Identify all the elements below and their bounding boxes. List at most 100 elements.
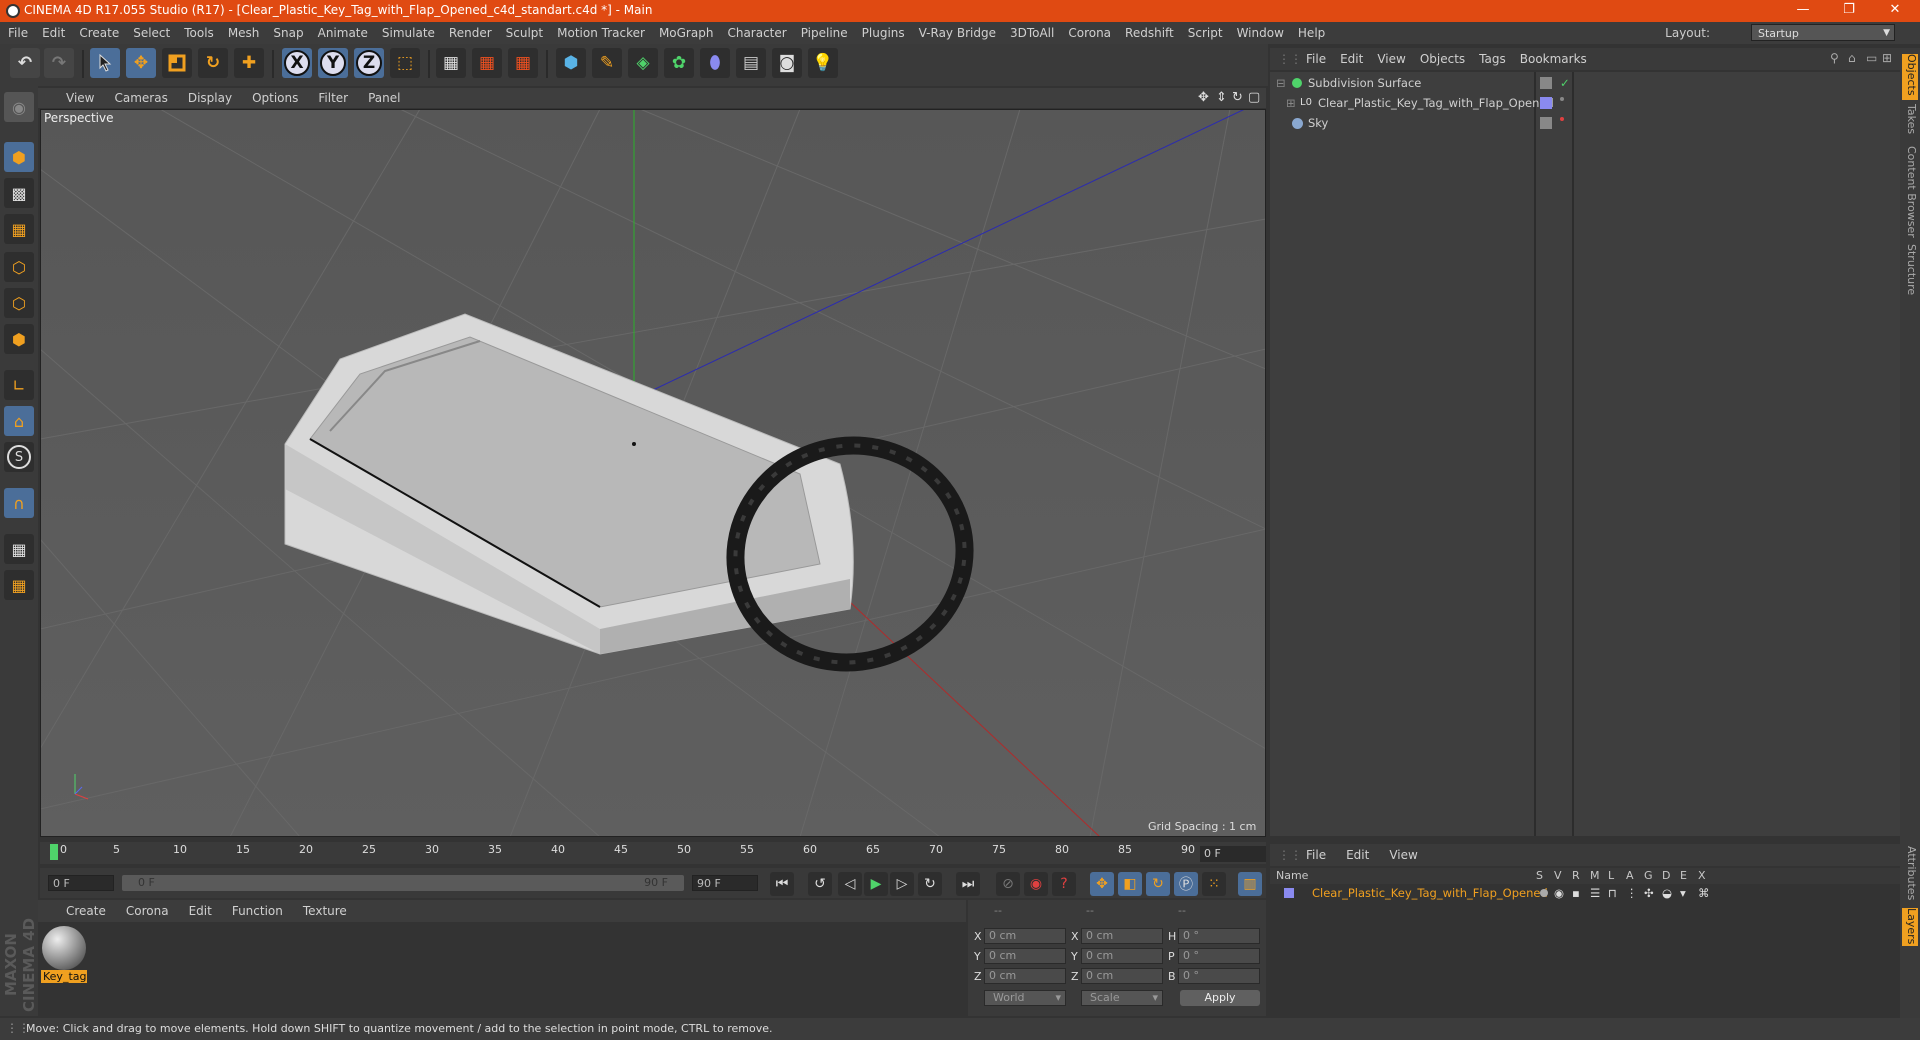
record-keys-button[interactable]: ⊘ <box>996 872 1020 896</box>
editor-visibility-toggle-icon[interactable] <box>1540 117 1552 129</box>
key-rotation-button[interactable]: ↻ <box>1146 872 1170 896</box>
render-view-button[interactable]: ▦ <box>436 48 466 78</box>
redo-button[interactable]: ↷ <box>44 48 74 78</box>
end-frame-field[interactable]: 90 F <box>692 875 758 891</box>
object-menu-view[interactable]: View <box>1377 52 1405 66</box>
size-mode-select[interactable]: Scale ▾ <box>1081 990 1163 1006</box>
menu-mesh[interactable]: Mesh <box>228 26 260 40</box>
render-icon[interactable]: ▪ <box>1572 884 1580 902</box>
key-pla-button[interactable]: ⁙ <box>1202 872 1226 896</box>
add-floor-button[interactable]: ▤ <box>736 48 766 78</box>
object-menu-file[interactable]: File <box>1306 52 1326 66</box>
add-deformer-button[interactable]: ⬮ <box>700 48 730 78</box>
object-row[interactable]: ⊞ L0 Clear_Plastic_Key_Tag_with_Flap_Ope… <box>1272 94 1900 112</box>
viewport-menu-filter[interactable]: Filter <box>318 91 348 105</box>
points-mode-button[interactable]: ⬡ <box>4 252 34 282</box>
tab-takes[interactable]: Takes <box>1902 104 1918 140</box>
close-button[interactable]: ✕ <box>1872 0 1918 22</box>
z-axis-lock-button[interactable]: Z <box>354 48 384 78</box>
menu-edit[interactable]: Edit <box>42 26 65 40</box>
menu-file[interactable]: File <box>8 26 28 40</box>
menu-mograph[interactable]: MoGraph <box>659 26 714 40</box>
rotate-tool-button[interactable]: ↻ <box>198 48 228 78</box>
add-light-button[interactable]: 💡 <box>808 48 838 78</box>
playhead-marker[interactable] <box>50 844 58 860</box>
current-frame-field[interactable]: 0 F <box>1200 846 1266 862</box>
menu-create[interactable]: Create <box>79 26 119 40</box>
key-parameter-button[interactable]: Ⓟ <box>1174 872 1198 896</box>
menu-render[interactable]: Render <box>449 26 492 40</box>
menu-sculpt[interactable]: Sculpt <box>506 26 543 40</box>
menu-script[interactable]: Script <box>1188 26 1223 40</box>
menu-tools[interactable]: Tools <box>184 26 214 40</box>
minimize-button[interactable]: — <box>1780 0 1826 22</box>
layer-menu-view[interactable]: View <box>1389 848 1417 862</box>
locked-workplane-button[interactable]: ▦ <box>4 534 34 564</box>
material-menu-create[interactable]: Create <box>66 904 106 918</box>
layout-select[interactable]: Startup ▼ <box>1751 24 1895 41</box>
panel-grip-icon[interactable]: ⋮⋮ <box>1278 52 1302 66</box>
add-mograph-button[interactable]: ✿ <box>664 48 694 78</box>
menu-pipeline[interactable]: Pipeline <box>801 26 848 40</box>
animation-icon[interactable]: ⋮ <box>1626 884 1638 902</box>
layer-solo-toggle[interactable] <box>1540 889 1548 897</box>
position-y-field[interactable]: 0 cm <box>984 948 1066 964</box>
viewport-menu-view[interactable]: View <box>66 91 94 105</box>
material-menu-edit[interactable]: Edit <box>189 904 212 918</box>
previous-key-button[interactable]: ↺ <box>808 872 832 896</box>
key-position-button[interactable]: ✥ <box>1090 872 1114 896</box>
unlock-icon[interactable]: ⊓ <box>1608 884 1617 902</box>
recent-tool-button[interactable]: ✚ <box>234 48 264 78</box>
home-icon[interactable]: ⌂ <box>1848 51 1856 65</box>
planar-workplane-button[interactable]: ▦ <box>4 570 34 600</box>
timeline-ruler[interactable] <box>40 842 1266 864</box>
render-visibility-dot-icon[interactable] <box>1560 117 1564 121</box>
tab-layers[interactable]: Layers <box>1902 908 1918 946</box>
edges-mode-button[interactable]: ⬡ <box>4 288 34 318</box>
scale-tool-button[interactable] <box>162 48 192 78</box>
rotation-b-field[interactable]: 0 ° <box>1178 968 1260 984</box>
xref-icon[interactable]: ⌘ <box>1698 884 1710 902</box>
search-icon[interactable]: ⚲ <box>1830 51 1839 65</box>
maximize-button[interactable]: ❐ <box>1826 0 1872 22</box>
move-tool-button[interactable]: ✥ <box>126 48 156 78</box>
layer-color-swatch[interactable] <box>1540 97 1552 109</box>
go-to-end-button[interactable]: ⏭ <box>956 872 980 896</box>
size-z-field[interactable]: 0 cm <box>1081 968 1163 984</box>
menu-help[interactable]: Help <box>1298 26 1325 40</box>
timeline-window-button[interactable]: ▥ <box>1238 872 1262 896</box>
play-button[interactable]: ▶ <box>864 872 888 896</box>
key-scale-button[interactable]: ◧ <box>1118 872 1142 896</box>
step-back-button[interactable]: ◁ <box>838 872 862 896</box>
frame-range-slider[interactable]: 0 F 90 F <box>122 875 684 891</box>
material-menu-function[interactable]: Function <box>232 904 283 918</box>
viewport-pan-icon[interactable]: ✥ <box>1198 90 1209 105</box>
object-row[interactable]: ⊟ Subdivision Surface ✓ <box>1272 74 1900 92</box>
viewport-menu-options[interactable]: Options <box>252 91 298 105</box>
generator-icon[interactable]: ✣ <box>1644 884 1654 902</box>
next-key-button[interactable]: ↻ <box>918 872 942 896</box>
object-menu-tags[interactable]: Tags <box>1479 52 1506 66</box>
enabled-check-icon[interactable]: ✓ <box>1560 74 1570 92</box>
menu-animate[interactable]: Animate <box>318 26 368 40</box>
position-x-field[interactable]: 0 cm <box>984 928 1066 944</box>
layer-menu-edit[interactable]: Edit <box>1346 848 1369 862</box>
panel-grip-icon[interactable]: ⋮⋮ <box>1278 848 1302 862</box>
snap-button[interactable]: S <box>4 442 34 472</box>
add-subdivision-button[interactable]: ◈ <box>628 48 658 78</box>
render-settings-button[interactable]: ▦ <box>508 48 538 78</box>
material-menu-texture[interactable]: Texture <box>303 904 347 918</box>
deformer-icon[interactable]: ◒ <box>1662 884 1672 902</box>
add-cube-button[interactable]: ⬢ <box>556 48 586 78</box>
viewport-menu-panel[interactable]: Panel <box>368 91 400 105</box>
viewport-rotate-icon[interactable]: ↻ <box>1232 90 1243 105</box>
make-editable-button[interactable]: ◉ <box>4 92 34 122</box>
viewport-menu-display[interactable]: Display <box>188 91 232 105</box>
menu-redshift[interactable]: Redshift <box>1125 26 1174 40</box>
coordinate-system-button[interactable]: ⬚ <box>390 48 420 78</box>
3d-viewport[interactable] <box>40 109 1266 837</box>
menu-character[interactable]: Character <box>727 26 786 40</box>
object-menu-objects[interactable]: Objects <box>1420 52 1465 66</box>
object-row[interactable]: Sky <box>1272 114 1900 132</box>
go-to-start-button[interactable]: ⏮ <box>770 872 794 896</box>
